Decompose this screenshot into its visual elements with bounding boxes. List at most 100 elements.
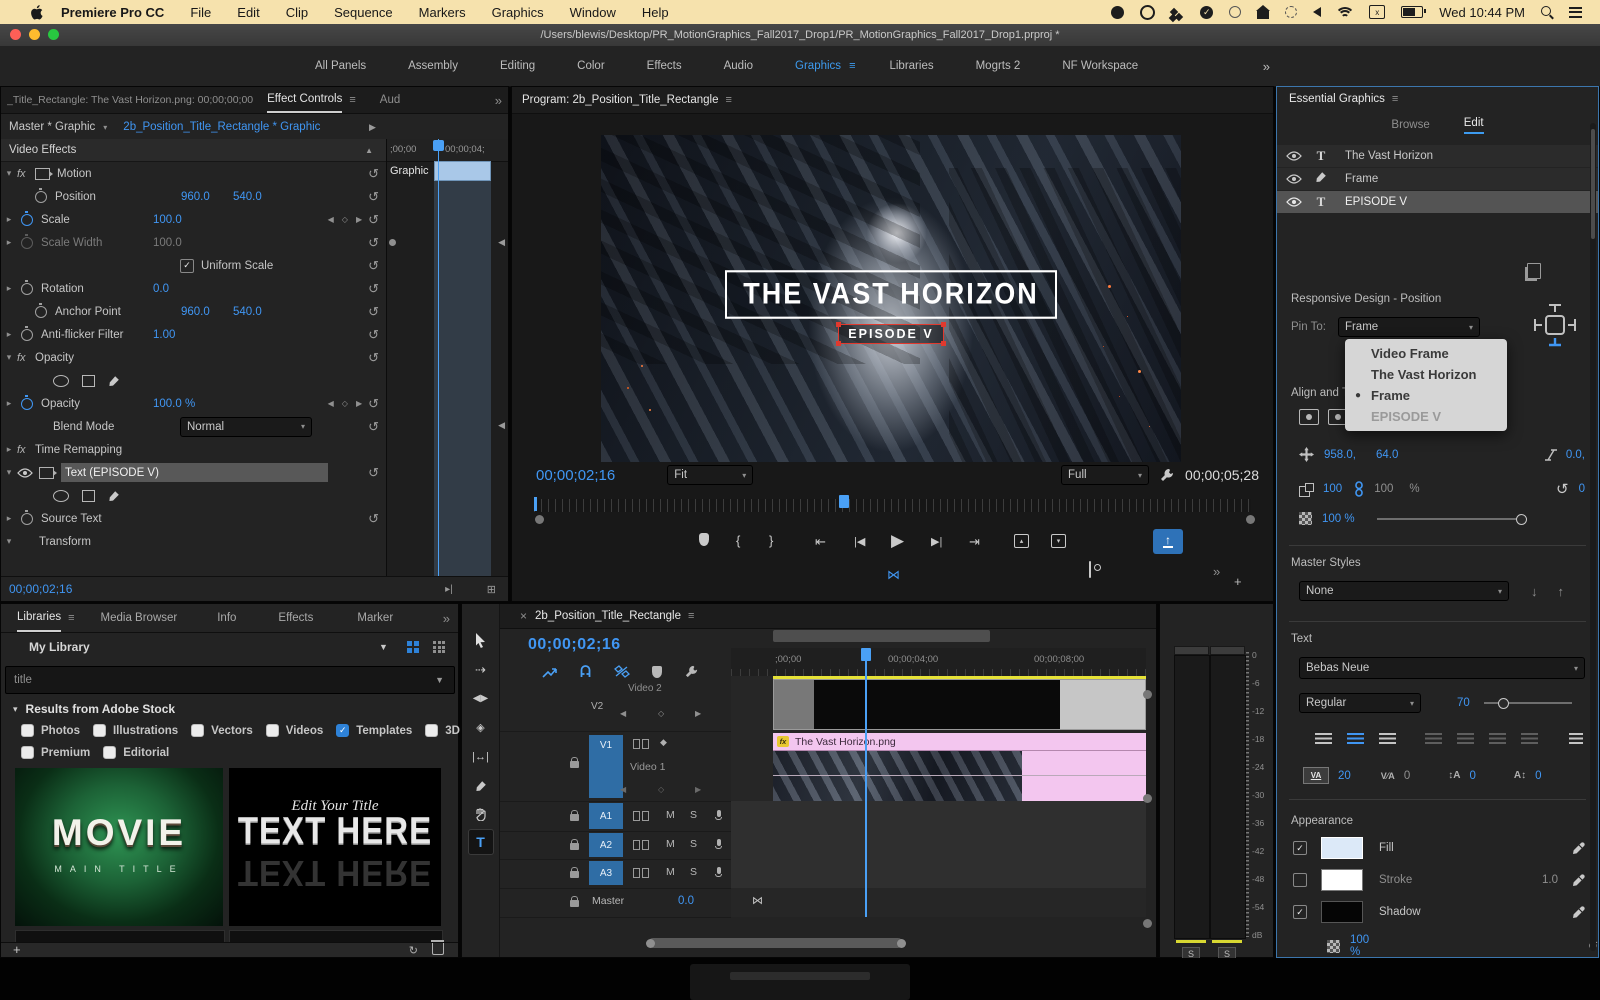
master-meter-icon[interactable]: ⋈	[752, 894, 763, 907]
keyframe-dot-icon[interactable]	[389, 239, 396, 246]
scale-value[interactable]: 100.0	[153, 214, 182, 226]
master-styles-dropdown[interactable]: None ▾	[1299, 581, 1509, 601]
source-patch-icon[interactable]	[633, 811, 649, 821]
antiflicker-value[interactable]: 1.00	[153, 329, 175, 341]
menu-clip[interactable]: Clip	[286, 5, 308, 20]
reset-effect-icon[interactable]: ↺	[368, 350, 379, 366]
close-window-button[interactable]	[10, 29, 21, 40]
prev-keyframe-icon[interactable]: ◀	[328, 399, 334, 408]
reset-param-icon[interactable]: ↺	[368, 281, 379, 297]
ellipse-mask-icon[interactable]	[53, 490, 69, 502]
tab-effects[interactable]: Effects	[278, 612, 313, 624]
prev-keyframe-icon[interactable]: ◀	[620, 709, 626, 718]
tab-markers[interactable]: Marker	[357, 612, 393, 624]
collapse-section-icon[interactable]: ▲	[365, 146, 373, 155]
trash-icon[interactable]	[432, 943, 444, 955]
stopwatch-icon-active[interactable]	[21, 214, 33, 226]
dropbox-icon[interactable]	[1170, 8, 1178, 16]
twirl-closed-icon[interactable]: ▸	[1, 283, 17, 294]
mute-button[interactable]: M	[666, 866, 675, 878]
voiceover-mic-icon[interactable]	[715, 839, 722, 849]
menubar-clock[interactable]: Wed 10:44 PM	[1439, 5, 1525, 20]
reset-param-icon[interactable]: ↺	[368, 511, 379, 527]
video-effects-header[interactable]: Video Effects	[9, 144, 76, 156]
justify-all-icon[interactable]	[1521, 733, 1538, 746]
add-button[interactable]: +	[1234, 574, 1242, 589]
fill-color-swatch[interactable]	[1321, 837, 1363, 859]
kerning-value[interactable]: 0	[1404, 770, 1410, 782]
title-overlay-text[interactable]: THE VAST HORIZON	[725, 270, 1057, 319]
spotlight-icon[interactable]	[1541, 6, 1553, 18]
justify-last-left-icon[interactable]	[1425, 733, 1442, 746]
push-style-down-icon[interactable]: ↓	[1531, 584, 1538, 599]
text-layer-label[interactable]: Text (EPISODE V)	[61, 463, 328, 482]
premium-checkbox[interactable]	[21, 746, 34, 759]
workspace-overflow-icon[interactable]: »	[1263, 59, 1270, 74]
battery-icon[interactable]	[1401, 6, 1423, 18]
add-marker-icon[interactable]	[699, 533, 709, 546]
stopwatch-icon[interactable]	[21, 329, 33, 341]
track-lock-icon[interactable]	[570, 871, 579, 878]
baseline-value[interactable]: 0	[1535, 770, 1541, 782]
track-lock-icon[interactable]	[570, 761, 579, 768]
evernote-icon[interactable]	[1111, 6, 1124, 19]
panel-menu-icon[interactable]: ≡	[349, 94, 355, 106]
stroke-checkbox[interactable]	[1293, 873, 1307, 887]
tab-edit[interactable]: Edit	[1464, 117, 1484, 134]
master-clip-label[interactable]: Master * Graphic	[9, 121, 95, 133]
position-y-value[interactable]: 540.0	[233, 191, 262, 203]
eg-position-y[interactable]: 64.0	[1376, 449, 1398, 461]
selection-handle[interactable]	[941, 322, 946, 327]
shadow-color-swatch[interactable]	[1321, 901, 1363, 923]
twirl-closed-icon[interactable]: ▸	[1, 444, 17, 455]
voiceover-mic-icon[interactable]	[715, 867, 722, 877]
hand-tool[interactable]	[474, 800, 487, 829]
playback-res-dropdown[interactable]: Full ▾	[1061, 465, 1149, 485]
add-marker-icon[interactable]	[652, 666, 662, 678]
timeline-ruler[interactable]: ;00;00 00;00;04;00 00;00;08;00	[731, 648, 1146, 677]
razor-tool[interactable]: ◈	[476, 713, 484, 742]
eg-scrollbar[interactable]	[1590, 123, 1596, 951]
lift-icon[interactable]: ▴	[1014, 534, 1029, 548]
tab-libraries[interactable]: Libraries	[17, 604, 61, 632]
tab-media-browser[interactable]: Media Browser	[101, 612, 178, 624]
templates-checkbox[interactable]: ✓	[336, 724, 349, 737]
a1-target-button[interactable]: A1	[589, 803, 623, 829]
blend-mode-dropdown[interactable]: Normal ▾	[180, 417, 312, 437]
eye-icon[interactable]	[1286, 151, 1302, 161]
linked-selection-icon[interactable]	[614, 665, 630, 678]
eyedropper-icon[interactable]	[1572, 906, 1585, 919]
position-x-value[interactable]: 960.0	[181, 191, 233, 203]
tab-effect-controls[interactable]: Effect Controls	[267, 87, 342, 113]
v1-target-button[interactable]: V1	[589, 735, 623, 798]
justify-last-center-icon[interactable]	[1457, 733, 1474, 746]
workspace-graphics[interactable]: Graphics	[795, 60, 841, 72]
ellipse-mask-icon[interactable]	[53, 375, 69, 387]
nest-toggle-icon[interactable]	[542, 665, 557, 679]
voiceover-mic-icon[interactable]	[715, 810, 722, 820]
zoom-level-dropdown[interactable]: Fit ▾	[667, 465, 753, 485]
track-lock-icon[interactable]	[570, 814, 579, 821]
menu-sequence[interactable]: Sequence	[334, 5, 393, 20]
keyframe-marker-icon[interactable]: ◀	[498, 237, 505, 248]
play-only-icon[interactable]: ▸|	[445, 584, 453, 595]
pin-widget[interactable]	[1529, 299, 1581, 351]
reset-param-icon[interactable]: ↺	[368, 396, 379, 412]
slider-knob[interactable]	[1516, 514, 1527, 525]
app-menu-name[interactable]: Premiere Pro CC	[61, 5, 164, 20]
eg-opacity[interactable]: 100 %	[1322, 513, 1355, 525]
timeline-zoom-scrollbar[interactable]	[642, 938, 1117, 948]
solo-button[interactable]: S	[690, 866, 697, 878]
comparison-view-icon[interactable]: ⋈	[887, 567, 900, 583]
eye-icon[interactable]	[1286, 197, 1302, 207]
eg-scale-x[interactable]: 100	[1323, 483, 1342, 495]
anchor-y-value[interactable]: 540.0	[233, 306, 262, 318]
stopwatch-icon[interactable]	[35, 306, 47, 318]
leading-value[interactable]: 0	[1469, 770, 1475, 782]
track-scroll-handle[interactable]	[1143, 794, 1152, 803]
scrollbar-thumb[interactable]	[1591, 129, 1595, 239]
mark-in-icon[interactable]: {	[736, 533, 740, 548]
scrubber-right-handle[interactable]	[1246, 515, 1255, 524]
font-size-slider[interactable]	[1484, 702, 1572, 704]
program-playhead[interactable]	[839, 495, 849, 508]
